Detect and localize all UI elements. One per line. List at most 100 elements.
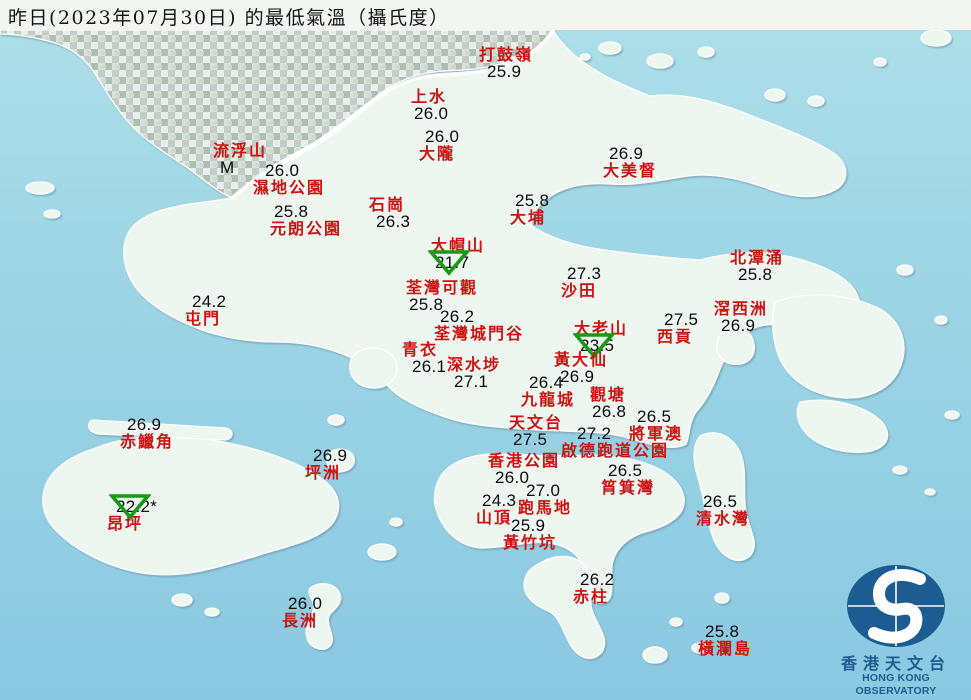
station-name: 西貢 (657, 327, 694, 346)
station-value: 27.5 (513, 430, 548, 449)
station-value: 21.7 (427, 250, 485, 276)
station-name: 香港公園 (488, 451, 561, 470)
station-name: 赤鱲角 (120, 432, 175, 451)
station-waglan-island: 25.8 橫瀾島 (698, 623, 752, 657)
station-happy-valley: 27.0 跑馬地 (518, 482, 572, 516)
station-name: 深水埗 (447, 355, 502, 374)
station-sham-shui-po: 深水埗 27.1 (447, 356, 501, 390)
station-stanley: 26.2 赤柱 (573, 571, 614, 605)
station-value: 25.9 (487, 62, 522, 81)
hko-logo-name-en: HONG KONG OBSERVATORY (855, 672, 937, 697)
station-name: 坪洲 (305, 463, 342, 482)
station-value: 24.3 (482, 491, 517, 510)
station-ngong-ping: 22.2* 昂坪 (107, 494, 157, 533)
station-value: 26.2 (580, 570, 615, 589)
station-value: 26.3 (376, 212, 411, 231)
station-name: 打鼓嶺 (479, 45, 534, 64)
station-name: 橫瀾島 (698, 639, 753, 658)
station-value: 25.8 (274, 202, 309, 221)
station-tates-cairn: 大老山 23.5 (572, 319, 629, 359)
station-name: 大帽山 (431, 236, 486, 255)
station-value: 22.2* (108, 494, 157, 520)
station-yuen-long-park: 25.8 元朗公園 (270, 203, 342, 237)
station-chek-lap-kok: 26.9 赤鱲角 (120, 416, 174, 450)
station-name: 黃大仙 (554, 350, 609, 369)
hko-logo: 香港天文台 HONG KONG OBSERVATORY (821, 563, 971, 698)
station-tai-po: 25.8 大埔 (510, 192, 549, 226)
station-value: 26.8 (592, 402, 627, 421)
station-kowloon-city: 26.4 九龍城 (521, 374, 575, 408)
station-wetland-park: 26.0 濕地公園 (253, 162, 325, 196)
station-value: 27.1 (454, 372, 489, 391)
station-name: 北潭涌 (730, 248, 785, 267)
station-tai-mei-tuk: 26.9 大美督 (603, 145, 657, 179)
station-name: 元朗公園 (270, 219, 343, 238)
station-ta-lung: 26.0 大隴 (419, 128, 459, 162)
station-name: 上水 (411, 87, 448, 106)
station-value: 26.0 (265, 161, 300, 180)
station-name: 將軍澳 (629, 424, 684, 443)
station-peng-chau: 26.9 坪洲 (305, 447, 347, 481)
station-sheung-shui: 上水 26.0 (411, 88, 448, 122)
observatory-emblem-icon (847, 565, 945, 647)
station-value: 26.2 (440, 307, 475, 326)
station-cheung-chau: 26.0 長洲 (282, 595, 322, 629)
station-name: 滘西洲 (714, 299, 769, 318)
station-value: 24.2 (192, 292, 227, 311)
station-value: 26.4 (529, 373, 564, 392)
station-name: 濕地公園 (253, 178, 326, 197)
station-name: 九龍城 (521, 390, 576, 409)
station-value: 25.8 (738, 265, 773, 284)
station-shau-kei-wan: 26.5 筲箕灣 (601, 462, 655, 496)
station-pak-tam-chung: 北潭涌 25.8 (730, 249, 784, 283)
station-name: 荃灣城門谷 (434, 324, 525, 343)
map-title: 昨日(2023年07月30日) 的最低氣溫（攝氏度） (8, 7, 450, 29)
station-value: 26.9 (313, 446, 348, 465)
station-value: 26.9 (127, 415, 162, 434)
station-tai-mo-shan: 大帽山 21.7 (427, 236, 486, 276)
station-name: 大美督 (603, 161, 658, 180)
station-wong-chuk-hang: 25.9 黃竹坑 (503, 517, 557, 551)
station-value: 26.5 (608, 461, 643, 480)
station-value: 27.0 (526, 481, 561, 500)
station-value: 26.9 (609, 144, 644, 163)
station-name: 石崗 (369, 195, 406, 214)
station-clear-water-bay: 26.5 清水灣 (696, 493, 750, 527)
station-name: 赤柱 (573, 587, 610, 606)
station-kwun-tong: 觀塘 26.8 (590, 386, 626, 420)
station-value: 25.8 (515, 191, 550, 210)
station-name: 長洲 (282, 611, 319, 630)
station-name: 大隴 (419, 144, 456, 163)
station-tseung-kwan-o: 26.5 將軍澳 (629, 408, 683, 442)
station-name: 流浮山 (213, 141, 268, 160)
station-value: 26.5 (703, 492, 738, 511)
hk-min-temperature-map: 昨日(2023年07月30日) 的最低氣溫（攝氏度） 打鼓嶺 25.9 上水 26.0… (0, 0, 971, 700)
station-value: 26.9 (721, 316, 756, 335)
station-value: 26.0 (414, 104, 449, 123)
station-tsing-yi: 青衣 26.1 (402, 341, 446, 375)
station-value: 26.5 (637, 407, 672, 426)
station-shek-kong: 石崗 26.3 (369, 196, 410, 230)
station-name: 屯門 (185, 309, 222, 328)
station-ta-kwu-ling: 打鼓嶺 25.9 (479, 46, 533, 80)
station-name: 黃竹坑 (503, 533, 558, 552)
station-sai-kung: 27.5 西貢 (657, 311, 698, 345)
station-tsuen-wan-shing-mun-valley: 26.2 荃灣城門谷 (434, 308, 524, 342)
station-tuen-mun: 24.2 屯門 (185, 293, 226, 327)
hko-logo-name-zh: 香港天文台 (840, 654, 951, 673)
station-value: 25.8 (705, 622, 740, 641)
station-name: 跑馬地 (518, 498, 573, 517)
station-value: 26.0 (425, 127, 460, 146)
station-value: 26.1 (412, 357, 447, 376)
station-value: 27.5 (664, 310, 699, 329)
station-value: 27.3 (567, 264, 602, 283)
station-name: 昂坪 (107, 514, 144, 533)
station-name: 清水灣 (696, 509, 751, 528)
station-value: 25.9 (511, 516, 546, 535)
station-name: 啟德跑道公園 (561, 441, 670, 460)
station-name: 沙田 (561, 281, 598, 300)
station-name: 青衣 (402, 340, 439, 359)
tsing-yi-island (349, 347, 398, 389)
station-name: 天文台 (509, 413, 564, 432)
station-name: 大老山 (574, 319, 629, 338)
